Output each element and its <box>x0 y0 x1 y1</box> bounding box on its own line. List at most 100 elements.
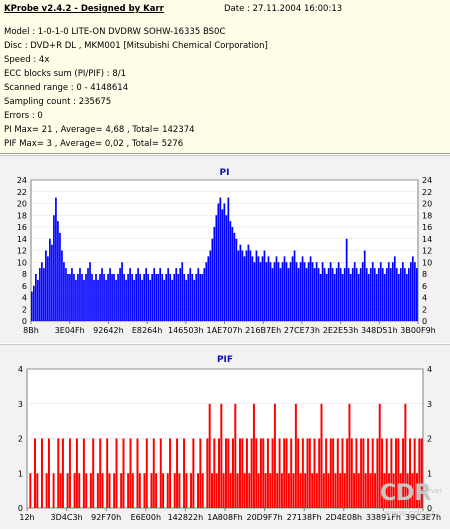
bar <box>173 274 176 321</box>
info-errors: Errors : 0 <box>4 111 43 121</box>
bar <box>367 438 370 508</box>
bar <box>273 262 276 321</box>
bar <box>341 274 344 321</box>
bar <box>131 274 133 321</box>
bar <box>61 250 63 321</box>
bar <box>329 262 332 321</box>
bar <box>409 262 412 321</box>
x-tick-label: 20D9F7h <box>246 513 282 522</box>
bar <box>29 473 32 508</box>
bar <box>353 473 356 508</box>
bar <box>267 256 270 322</box>
bar <box>401 262 404 321</box>
bar <box>203 268 206 322</box>
bar <box>275 256 278 322</box>
x-tick-label: 92642h <box>93 326 124 335</box>
bar <box>108 473 111 508</box>
bar <box>121 262 123 321</box>
y-tick-label: 22 <box>17 188 27 197</box>
bar <box>389 268 392 322</box>
bar <box>57 438 60 508</box>
bar <box>327 268 330 322</box>
bar <box>250 438 253 508</box>
bar <box>271 268 274 322</box>
bar <box>403 268 406 322</box>
bar <box>137 268 139 322</box>
bar <box>259 438 262 508</box>
bar <box>63 262 65 321</box>
bar <box>233 232 236 322</box>
bar <box>197 473 200 508</box>
bar <box>234 403 237 508</box>
bar <box>120 473 123 508</box>
bar <box>245 250 248 321</box>
bar <box>213 438 216 508</box>
y-tick-label: 24 <box>17 176 27 185</box>
bar <box>308 438 311 508</box>
bar <box>294 403 297 508</box>
bar <box>306 438 309 508</box>
bar <box>31 291 33 322</box>
bar <box>231 227 234 321</box>
bar <box>145 268 147 322</box>
y-tick-label-right: 3 <box>427 400 432 409</box>
bar <box>279 268 282 322</box>
info-sampling-count: Sampling count : 235675 <box>4 97 112 107</box>
bar <box>176 438 179 508</box>
x-tick-label: 92F70h <box>91 513 121 522</box>
bar <box>167 268 170 322</box>
bar <box>393 256 396 322</box>
y-tick-label: 3 <box>18 400 23 409</box>
info-speed: Speed : 4x <box>4 55 50 65</box>
bar <box>66 473 69 508</box>
bar <box>133 279 135 322</box>
bar <box>192 438 195 508</box>
bar <box>350 438 353 508</box>
bar <box>311 473 314 508</box>
bar <box>197 268 200 322</box>
info-disc: Disc : DVD+R DL , MKM001 [Mitsubishi Che… <box>4 41 268 51</box>
bar <box>81 274 83 321</box>
bar <box>43 268 45 322</box>
x-tick-label: 2E2E53h <box>323 326 359 335</box>
bar <box>208 403 211 508</box>
y-tick-label: 2 <box>22 305 27 314</box>
bar <box>411 256 414 322</box>
bar <box>413 262 416 321</box>
bar <box>59 473 62 508</box>
bar <box>347 268 350 322</box>
bar <box>190 473 193 508</box>
bar <box>325 274 328 321</box>
bar <box>105 279 107 322</box>
bar <box>115 279 117 322</box>
bar <box>165 274 168 321</box>
bar <box>261 256 264 322</box>
bar <box>177 274 180 321</box>
bar <box>304 473 307 508</box>
bar <box>159 268 162 322</box>
bar <box>139 274 141 321</box>
bar <box>318 438 321 508</box>
bar <box>295 262 298 321</box>
bar <box>235 238 238 321</box>
bar <box>136 438 139 508</box>
bar <box>339 473 342 508</box>
bar <box>227 197 230 322</box>
bar <box>183 274 186 321</box>
bar <box>211 473 213 508</box>
bar <box>255 250 258 321</box>
bar <box>229 221 232 322</box>
bar <box>205 262 208 321</box>
bar <box>323 268 326 322</box>
bar <box>367 274 370 321</box>
bar <box>149 279 152 322</box>
y-tick-label-right: 2 <box>427 435 432 444</box>
bar <box>405 274 408 321</box>
y-tick-label-right: 6 <box>422 282 427 291</box>
bar <box>243 473 246 508</box>
bar <box>225 438 227 508</box>
bar <box>152 438 155 508</box>
x-tick-label: 27138Fh <box>287 513 322 522</box>
pif-chart-panel: PIF 0 0 1 1 2 2 3 3 4 4 12h 3D4C3h 92F70h E6E00h 142822… <box>0 344 450 529</box>
bar <box>333 274 336 321</box>
